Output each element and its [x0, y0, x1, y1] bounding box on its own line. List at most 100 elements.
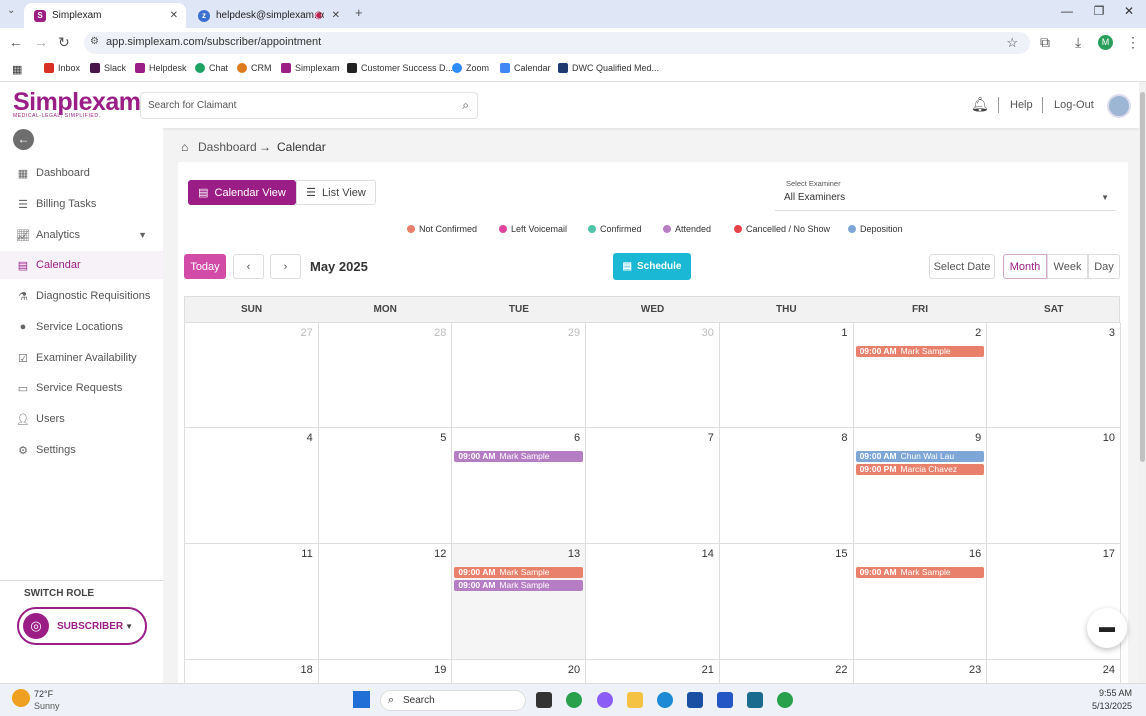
- bookmark-dwc[interactable]: DWC Qualified Med...: [558, 63, 659, 73]
- close-tab-icon[interactable]: ✕: [170, 10, 178, 21]
- calendar-day-cell[interactable]: 23: [853, 660, 988, 683]
- bookmark-star-icon[interactable]: ☆: [1006, 35, 1018, 51]
- range-day-button[interactable]: Day: [1088, 254, 1120, 279]
- calendar-day-cell[interactable]: 14: [586, 544, 720, 660]
- back-icon[interactable]: ←: [9, 34, 23, 50]
- sidebar-item-analytics[interactable]: 📈︎ Analytics ▼: [0, 221, 163, 249]
- new-tab-icon[interactable]: +: [355, 5, 363, 20]
- sidebar-item-examiner-availability[interactable]: ☑ Examiner Availability: [0, 344, 163, 372]
- examiner-select[interactable]: Select Examiner All Examiners ▼: [775, 179, 1115, 211]
- taskbar-date[interactable]: 5/13/2025: [1092, 701, 1132, 711]
- calendar-day-cell[interactable]: 13 09:00 AM Mark Sample 09:00 AM Mark Sample: [452, 544, 587, 660]
- bookmark-customer-success[interactable]: Customer Success D...: [347, 63, 453, 73]
- appointment-event[interactable]: 09:00 AM Mark Sample: [855, 567, 985, 578]
- appointment-event[interactable]: 09:00 AM Mark Sample: [454, 451, 584, 462]
- calendar-day-cell[interactable]: 28: [318, 323, 453, 428]
- maximize-icon[interactable]: ❐: [1084, 4, 1114, 18]
- calendar-day-cell[interactable]: 15: [719, 544, 854, 660]
- bookmark-simplexam[interactable]: Simplexam: [281, 63, 340, 73]
- select-date-button[interactable]: Select Date: [929, 254, 995, 279]
- taskbar-search[interactable]: ⌕ Search: [380, 690, 526, 711]
- appointment-event[interactable]: 09:00 AM Mark Sample: [454, 567, 584, 578]
- site-info-icon[interactable]: ⚙: [90, 36, 99, 47]
- close-window-icon[interactable]: ✕: [1114, 4, 1144, 18]
- windows-start-icon[interactable]: [353, 691, 370, 708]
- tab-calendar-view[interactable]: ▤ Calendar View: [188, 180, 296, 205]
- calendar-day-cell[interactable]: 4: [185, 428, 319, 544]
- calendar-day-cell[interactable]: 9 09:00 AM Chun Wai Lau 09:00 PM Marcia Chav…: [853, 428, 988, 544]
- reload-icon[interactable]: ↻: [58, 34, 70, 51]
- calendar-day-cell[interactable]: 11: [185, 544, 319, 660]
- sidebar-item-service-requests[interactable]: ▭ Service Requests: [0, 374, 163, 402]
- calendar-day-cell[interactable]: 7: [586, 428, 720, 544]
- calendar-day-cell[interactable]: 30: [586, 323, 720, 428]
- search-icon[interactable]: ⌕: [462, 98, 469, 113]
- sidebar-item-service-locations[interactable]: ● Service Locations: [0, 313, 163, 341]
- scrollbar-thumb[interactable]: [1140, 92, 1145, 462]
- task-view-icon[interactable]: [536, 692, 552, 708]
- sidebar-item-dashboard[interactable]: ▦ Dashboard: [0, 159, 163, 187]
- bookmark-slack[interactable]: Slack: [90, 63, 126, 73]
- chat-widget-button[interactable]: ▬: [1087, 608, 1127, 648]
- calendar-day-cell[interactable]: 10: [987, 428, 1121, 544]
- close-tab-icon[interactable]: ✕: [332, 10, 340, 21]
- calendar-day-cell[interactable]: 1: [719, 323, 854, 428]
- simplexam-logo[interactable]: Simplexam MEDICAL-LEGAL, SIMPLIFIED.: [13, 90, 141, 120]
- bookmark-helpdesk[interactable]: Helpdesk: [135, 63, 187, 73]
- tab-simplexam[interactable]: S Simplexam ✕: [24, 3, 186, 28]
- appointment-event[interactable]: 09:00 AM Chun Wai Lau: [855, 451, 985, 462]
- bookmark-inbox[interactable]: Inbox: [44, 63, 80, 73]
- forward-icon[interactable]: →: [34, 34, 48, 50]
- chrome-profile-icon[interactable]: [777, 692, 793, 708]
- bookmark-zoom[interactable]: Zoom: [452, 63, 489, 73]
- logout-link[interactable]: Log-Out: [1054, 99, 1094, 111]
- sidebar-item-users[interactable]: 👤︎ Users: [0, 405, 163, 433]
- range-month-button[interactable]: Month: [1003, 254, 1047, 279]
- sidebar-item-calendar[interactable]: ▤ Calendar: [0, 251, 163, 279]
- home-icon[interactable]: ⌂: [181, 140, 188, 154]
- bookmark-crm[interactable]: CRM: [237, 63, 272, 73]
- help-link[interactable]: Help: [1010, 99, 1033, 111]
- menu-dots-icon[interactable]: ⋮: [1126, 34, 1140, 51]
- calendar-day-cell[interactable]: 16 09:00 AM Mark Sample: [853, 544, 988, 660]
- bookmark-calendar[interactable]: Calendar: [500, 63, 551, 73]
- sidebar-item-billing-tasks[interactable]: ☰ Billing Tasks: [0, 190, 163, 218]
- copilot-icon[interactable]: [597, 692, 613, 708]
- appointment-event[interactable]: 09:00 AM Mark Sample: [454, 580, 584, 591]
- schedule-button[interactable]: ▤ Schedule: [613, 253, 691, 280]
- next-month-button[interactable]: ›: [270, 254, 301, 279]
- chevron-down-icon[interactable]: ▼: [138, 230, 147, 240]
- calendar-day-cell[interactable]: 29: [452, 323, 587, 428]
- tab-list-view[interactable]: ☰ List View: [296, 180, 376, 205]
- calendar-day-cell[interactable]: 19: [318, 660, 453, 683]
- appointment-event[interactable]: 09:00 PM Marcia Chavez: [855, 464, 985, 475]
- bookmark-chat[interactable]: Chat: [195, 63, 228, 73]
- today-button[interactable]: Today: [184, 254, 226, 279]
- app-icon[interactable]: [717, 692, 733, 708]
- range-week-button[interactable]: Week: [1047, 254, 1088, 279]
- previous-month-button[interactable]: ‹: [233, 254, 264, 279]
- calendar-day-cell[interactable]: 27: [185, 323, 319, 428]
- store-icon[interactable]: [687, 692, 703, 708]
- apps-grid-icon[interactable]: ▦: [12, 63, 22, 76]
- address-bar[interactable]: ⚙ app.simplexam.com/subscriber/appointme…: [84, 32, 1030, 54]
- download-icon[interactable]: ⤓: [1075, 34, 1081, 51]
- sidebar-item-settings[interactable]: ⚙ Settings: [0, 436, 163, 464]
- calendar-day-cell[interactable]: 12: [318, 544, 453, 660]
- calendar-day-cell[interactable]: 22: [719, 660, 854, 683]
- edge-icon[interactable]: [657, 692, 673, 708]
- file-explorer-icon[interactable]: [627, 692, 643, 708]
- calendar-day-cell[interactable]: 21: [586, 660, 720, 683]
- sidebar-item-diagnostic-requisitions[interactable]: ⚗ Diagnostic Requisitions: [0, 282, 163, 310]
- claimant-search-input[interactable]: Search for Claimant ⌕: [140, 92, 478, 119]
- weather-icon[interactable]: [12, 689, 30, 707]
- collapse-sidebar-icon[interactable]: ←: [13, 129, 34, 150]
- calendar-day-cell[interactable]: 3: [987, 323, 1121, 428]
- tab-helpdesk[interactable]: z helpdesk@simplexam.com ◉ ✕: [188, 3, 348, 28]
- bell-icon[interactable]: 🔔︎: [971, 96, 989, 113]
- breadcrumb-dashboard[interactable]: Dashboard: [198, 140, 257, 154]
- app-icon[interactable]: [747, 692, 763, 708]
- role-switcher[interactable]: ◎ SUBSCRIBER ▼: [17, 607, 147, 645]
- tab-search-icon[interactable]: ⌄: [7, 5, 15, 16]
- profile-avatar[interactable]: M: [1098, 35, 1113, 50]
